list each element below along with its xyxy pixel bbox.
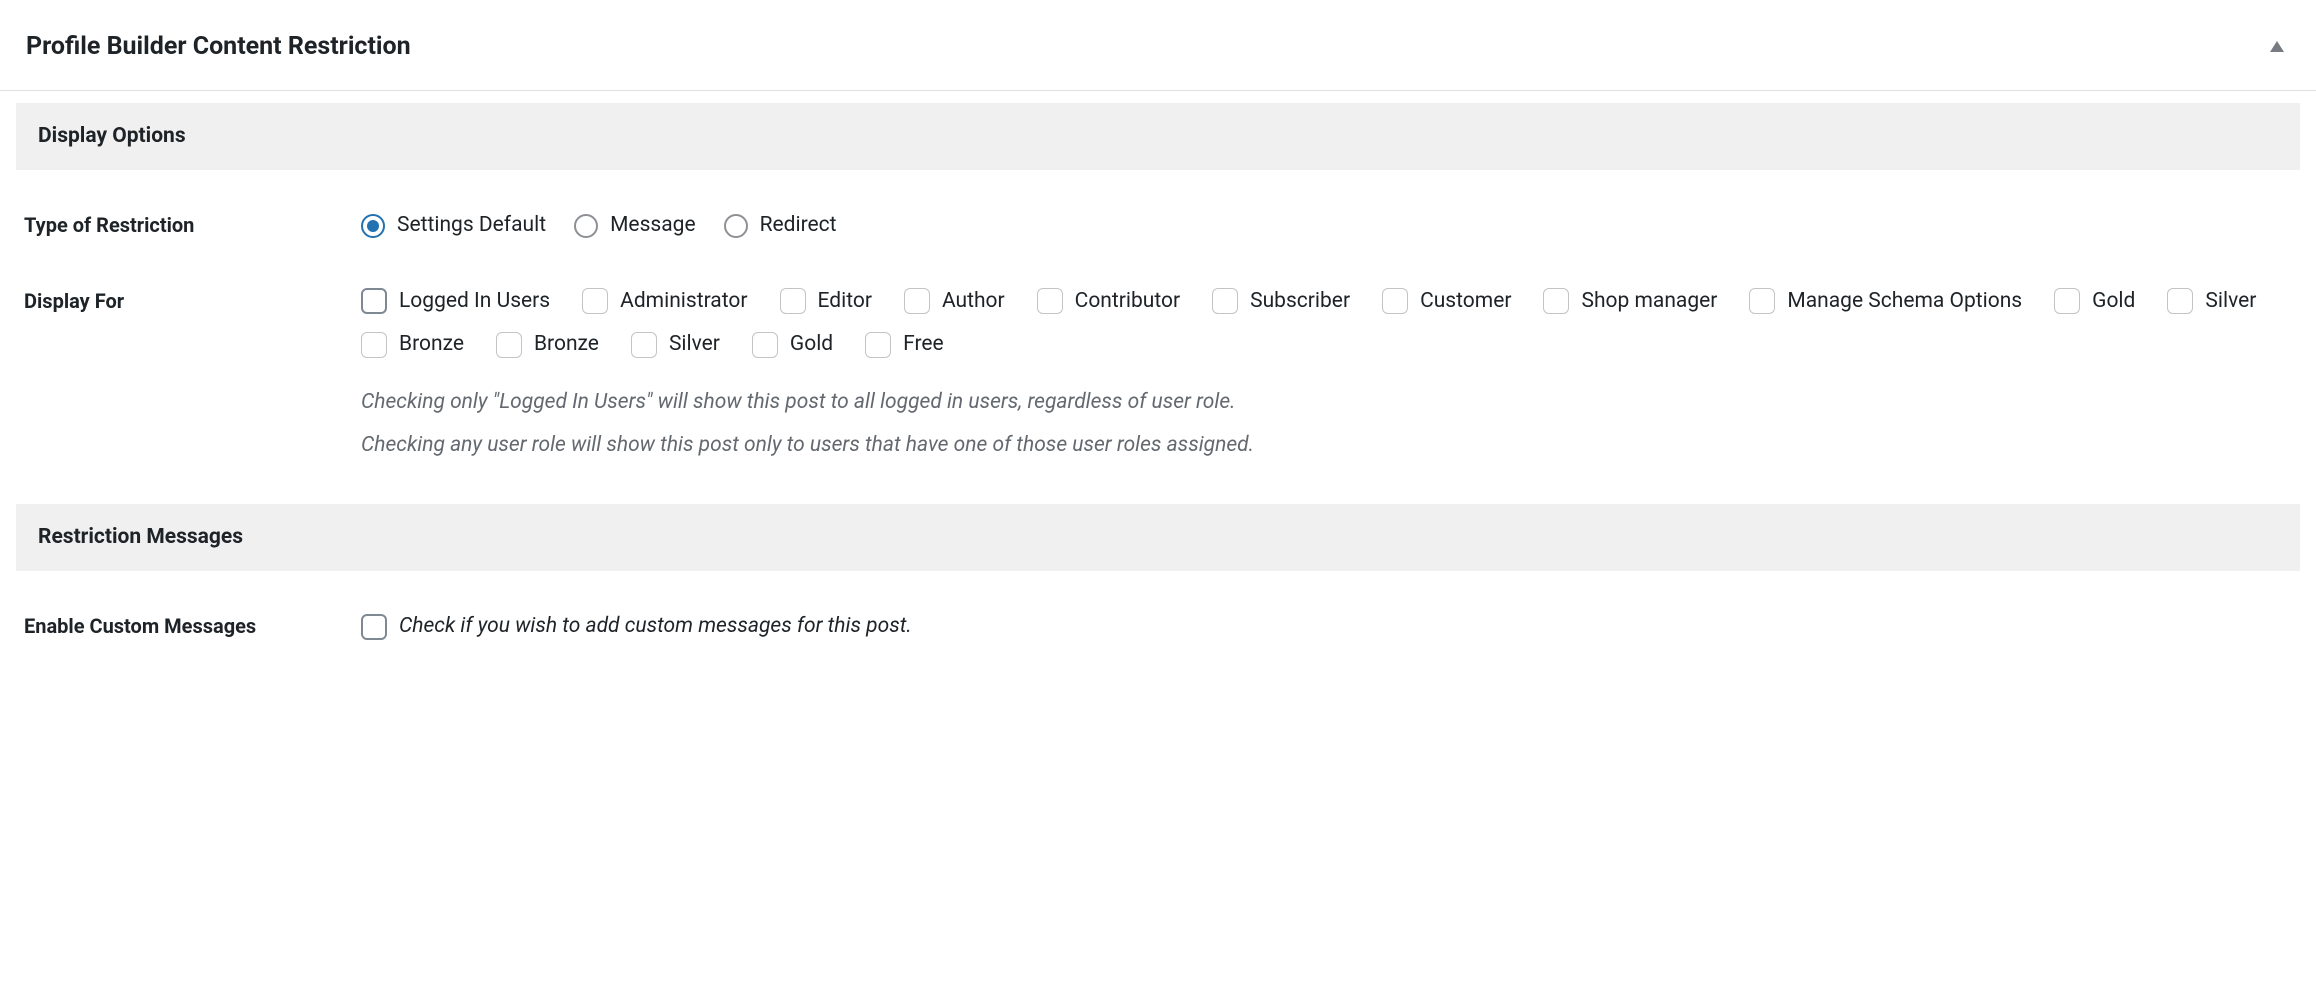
display-for-role-label: Bronze <box>399 329 464 361</box>
display-for-role-label: Logged In Users <box>399 286 550 318</box>
type-of-restriction-radio-label: Settings Default <box>397 210 546 242</box>
display-for-role-checkbox[interactable] <box>582 288 608 314</box>
display-for-role-checkbox[interactable] <box>1382 288 1408 314</box>
type-of-restriction-radio[interactable] <box>574 214 598 238</box>
display-for-role-label: Subscriber <box>1250 286 1350 318</box>
display-for-role-item[interactable]: Subscriber <box>1212 286 1350 318</box>
display-for-role-label: Contributor <box>1075 286 1180 318</box>
collapse-up-icon[interactable] <box>2270 41 2284 52</box>
display-for-role-item[interactable]: Silver <box>631 329 720 361</box>
display-for-label: Display For <box>16 286 361 316</box>
display-for-role-item[interactable]: Gold <box>752 329 833 361</box>
display-for-role-checkbox[interactable] <box>2167 288 2193 314</box>
display-for-role-checkbox[interactable] <box>631 332 657 358</box>
display-for-role-checkbox[interactable] <box>361 288 387 314</box>
display-for-role-item[interactable]: Gold <box>2054 286 2135 318</box>
enable-custom-messages-checkbox[interactable] <box>361 614 387 640</box>
row-type-of-restriction: Type of Restriction Settings Default Mess… <box>0 170 2316 242</box>
type-of-restriction-radio-label: Message <box>610 210 696 242</box>
display-for-role-checkbox[interactable] <box>1543 288 1569 314</box>
display-for-role-item[interactable]: Silver <box>2167 286 2256 318</box>
section-display-options: Display Options <box>16 103 2300 171</box>
type-of-restriction-label: Type of Restriction <box>16 210 361 240</box>
display-for-role-checkbox[interactable] <box>1749 288 1775 314</box>
display-for-role-item[interactable]: Logged In Users <box>361 286 550 318</box>
display-for-check-group: Logged In Users Administrator Editor Author… <box>361 286 2300 361</box>
display-for-role-checkbox[interactable] <box>865 332 891 358</box>
content-restriction-panel: Profile Builder Content Restriction Disp… <box>0 0 2316 679</box>
display-for-role-label: Gold <box>2092 286 2135 318</box>
display-for-role-item[interactable]: Manage Schema Options <box>1749 286 2022 318</box>
display-for-role-item[interactable]: Bronze <box>361 329 464 361</box>
display-for-role-label: Shop manager <box>1581 286 1717 318</box>
display-for-role-label: Manage Schema Options <box>1787 286 2022 318</box>
display-for-help-1: Checking only "Logged In Users" will sho… <box>361 385 2300 421</box>
display-for-role-item[interactable]: Shop manager <box>1543 286 1717 318</box>
enable-custom-messages-check-item[interactable]: Check if you wish to add custom messages… <box>361 611 912 643</box>
display-for-role-label: Bronze <box>534 329 599 361</box>
display-for-role-checkbox[interactable] <box>2054 288 2080 314</box>
display-for-role-label: Editor <box>818 286 872 318</box>
display-for-role-checkbox[interactable] <box>361 332 387 358</box>
display-for-role-label: Silver <box>669 329 720 361</box>
display-for-role-checkbox[interactable] <box>780 288 806 314</box>
type-of-restriction-radio[interactable] <box>724 214 748 238</box>
type-of-restriction-radio-label: Redirect <box>760 210 837 242</box>
display-for-role-checkbox[interactable] <box>1212 288 1238 314</box>
enable-custom-messages-label: Enable Custom Messages <box>16 611 361 641</box>
type-of-restriction-radio[interactable] <box>361 214 385 238</box>
display-for-help-2: Checking any user role will show this po… <box>361 428 2300 464</box>
panel-header: Profile Builder Content Restriction <box>0 10 2316 91</box>
display-for-role-label: Gold <box>790 329 833 361</box>
display-for-role-item[interactable]: Bronze <box>496 329 599 361</box>
display-for-role-item[interactable]: Author <box>904 286 1005 318</box>
display-for-role-checkbox[interactable] <box>752 332 778 358</box>
display-for-role-label: Customer <box>1420 286 1511 318</box>
display-for-role-item[interactable]: Administrator <box>582 286 747 318</box>
display-for-role-checkbox[interactable] <box>1037 288 1063 314</box>
display-for-role-label: Silver <box>2205 286 2256 318</box>
display-for-role-item[interactable]: Free <box>865 329 944 361</box>
enable-custom-messages-help: Check if you wish to add custom messages… <box>399 611 912 643</box>
display-for-role-item[interactable]: Customer <box>1382 286 1511 318</box>
row-display-for: Display For Logged In Users Administrator… <box>0 242 2316 464</box>
section-restriction-messages: Restriction Messages <box>16 504 2300 572</box>
display-for-role-item[interactable]: Contributor <box>1037 286 1180 318</box>
display-for-role-label: Free <box>903 329 944 361</box>
display-for-role-checkbox[interactable] <box>496 332 522 358</box>
display-for-role-checkbox[interactable] <box>904 288 930 314</box>
display-for-role-label: Administrator <box>620 286 747 318</box>
display-for-role-label: Author <box>942 286 1005 318</box>
row-enable-custom-messages: Enable Custom Messages Check if you wish… <box>0 571 2316 648</box>
type-of-restriction-radio-group: Settings Default Message Redirect <box>361 210 2300 242</box>
type-of-restriction-option[interactable]: Redirect <box>724 210 837 242</box>
type-of-restriction-option[interactable]: Settings Default <box>361 210 546 242</box>
display-for-role-item[interactable]: Editor <box>780 286 872 318</box>
panel-title: Profile Builder Content Restriction <box>26 28 411 66</box>
type-of-restriction-option[interactable]: Message <box>574 210 696 242</box>
